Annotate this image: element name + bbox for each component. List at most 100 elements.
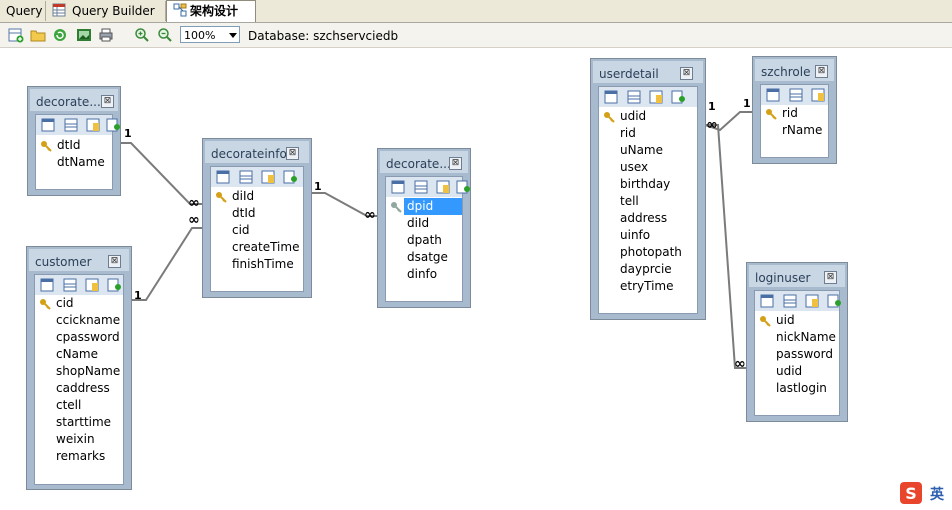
primary-key-icon	[766, 109, 777, 120]
add-field-icon[interactable]	[456, 180, 470, 194]
field-row[interactable]: dtName	[36, 154, 112, 171]
field-row[interactable]: cpassword	[35, 329, 123, 346]
field-row[interactable]: dtId	[211, 205, 303, 222]
close-icon[interactable]: ⊠	[680, 67, 693, 80]
table-header[interactable]: decorate... ⊠	[30, 89, 118, 111]
field-row[interactable]: uName	[599, 142, 697, 159]
table-data-icon[interactable]	[789, 88, 803, 102]
field-row[interactable]: udid	[599, 108, 697, 125]
field-row[interactable]: createTime	[211, 239, 303, 256]
table-data-icon[interactable]	[239, 170, 253, 184]
table-userdetail[interactable]: userdetail ⊠ udid rid uName usex birthday…	[590, 58, 706, 320]
field-row[interactable]: uinfo	[599, 227, 697, 244]
field-row[interactable]: diId	[386, 215, 462, 232]
add-field-icon[interactable]	[827, 294, 841, 308]
field-row[interactable]: tell	[599, 193, 697, 210]
edit-table-icon[interactable]	[40, 278, 54, 292]
indexes-icon[interactable]	[805, 294, 819, 308]
table-szchrole[interactable]: szchrole ⊠ rid rName	[752, 56, 837, 164]
relation-one-label: 1	[134, 289, 142, 302]
field-row[interactable]: cid	[35, 295, 123, 312]
close-icon[interactable]: ⊠	[824, 271, 837, 284]
field-row[interactable]: dtId	[36, 137, 112, 154]
field-row[interactable]: dayprcie	[599, 261, 697, 278]
edit-table-icon[interactable]	[766, 88, 780, 102]
table-header[interactable]: szchrole ⊠	[755, 59, 834, 81]
indexes-icon[interactable]	[649, 90, 663, 104]
table-header[interactable]: decorate... ⊠	[380, 151, 468, 173]
field-row[interactable]: lastlogin	[755, 380, 839, 397]
relation-many-label: ∞	[734, 356, 746, 372]
field-row[interactable]: cid	[211, 222, 303, 239]
table-body: dtId dtName	[35, 114, 120, 190]
indexes-icon[interactable]	[261, 170, 275, 184]
primary-key-icon	[391, 202, 402, 213]
field-row[interactable]: weixin	[35, 431, 123, 448]
table-decoratepic[interactable]: decorate... ⊠ dpid diId dpath dsatge dinf…	[377, 148, 471, 308]
close-icon[interactable]: ⊠	[108, 255, 121, 268]
field-row[interactable]: shopName	[35, 363, 123, 380]
table-data-icon[interactable]	[627, 90, 641, 104]
field-row[interactable]: starttime	[35, 414, 123, 431]
field-row[interactable]: birthday	[599, 176, 697, 193]
field-row[interactable]: remarks	[35, 448, 123, 465]
ime-language-label: 英	[930, 487, 944, 503]
field-row[interactable]: ccickname	[35, 312, 123, 329]
table-body: udid rid uName usex birthday tell addres…	[598, 86, 698, 314]
field-row[interactable]: usex	[599, 159, 697, 176]
sogou-ime-icon: S	[900, 482, 922, 504]
table-loginuser[interactable]: loginuser ⊠ uid nickName password udid la…	[746, 262, 848, 422]
indexes-icon[interactable]	[86, 118, 100, 132]
field-row[interactable]: udid	[755, 363, 839, 380]
field-row[interactable]: cName	[35, 346, 123, 363]
field-row[interactable]: diId	[211, 188, 303, 205]
field-row[interactable]: dsatge	[386, 249, 462, 266]
indexes-icon[interactable]	[85, 278, 99, 292]
close-icon[interactable]: ⊠	[815, 65, 828, 78]
field-row[interactable]: address	[599, 210, 697, 227]
table-header[interactable]: customer ⊠	[29, 249, 129, 271]
add-field-icon[interactable]	[106, 118, 120, 132]
edit-table-icon[interactable]	[41, 118, 55, 132]
edit-table-icon[interactable]	[604, 90, 618, 104]
table-header[interactable]: decorateinfo ⊠	[205, 141, 309, 163]
add-field-icon[interactable]	[283, 170, 297, 184]
field-row[interactable]: caddress	[35, 380, 123, 397]
table-toolbar	[35, 275, 123, 295]
indexes-icon[interactable]	[811, 88, 825, 102]
table-header[interactable]: userdetail ⊠	[593, 61, 703, 83]
field-row-selected[interactable]: dpid	[386, 198, 462, 215]
field-row[interactable]: rid	[761, 105, 828, 122]
edit-table-icon[interactable]	[760, 294, 774, 308]
close-icon[interactable]: ⊠	[449, 157, 462, 170]
field-row[interactable]: etryTime	[599, 278, 697, 295]
field-row[interactable]: rid	[599, 125, 697, 142]
edit-table-icon[interactable]	[216, 170, 230, 184]
indexes-icon[interactable]	[436, 180, 450, 194]
table-data-icon[interactable]	[63, 278, 77, 292]
table-decoratetype[interactable]: decorate... ⊠ dtId dtName	[27, 86, 121, 196]
table-data-icon[interactable]	[414, 180, 428, 194]
field-row[interactable]: dinfo	[386, 266, 462, 283]
table-customer[interactable]: customer ⊠ cid ccickname cpassword cName …	[26, 246, 132, 490]
table-data-icon[interactable]	[64, 118, 78, 132]
field-row[interactable]: uid	[755, 312, 839, 329]
field-row[interactable]: photopath	[599, 244, 697, 261]
field-row[interactable]: dpath	[386, 232, 462, 249]
add-field-icon[interactable]	[671, 90, 685, 104]
field-row[interactable]: password	[755, 346, 839, 363]
edit-table-icon[interactable]	[391, 180, 405, 194]
field-row[interactable]: finishTime	[211, 256, 303, 273]
field-row[interactable]: ctell	[35, 397, 123, 414]
primary-key-icon	[604, 112, 615, 123]
field-row[interactable]: nickName	[755, 329, 839, 346]
close-icon[interactable]: ⊠	[101, 95, 114, 108]
ime-indicator[interactable]: S 英	[898, 480, 946, 506]
table-header[interactable]: loginuser ⊠	[749, 265, 845, 287]
close-icon[interactable]: ⊠	[286, 147, 299, 160]
table-data-icon[interactable]	[783, 294, 797, 308]
table-body: cid ccickname cpassword cName shopName c…	[34, 274, 124, 485]
field-row[interactable]: rName	[761, 122, 828, 139]
table-decorateinfo[interactable]: decorateinfo ⊠ diId dtId cid createTime f…	[202, 138, 312, 298]
add-field-icon[interactable]	[107, 278, 121, 292]
